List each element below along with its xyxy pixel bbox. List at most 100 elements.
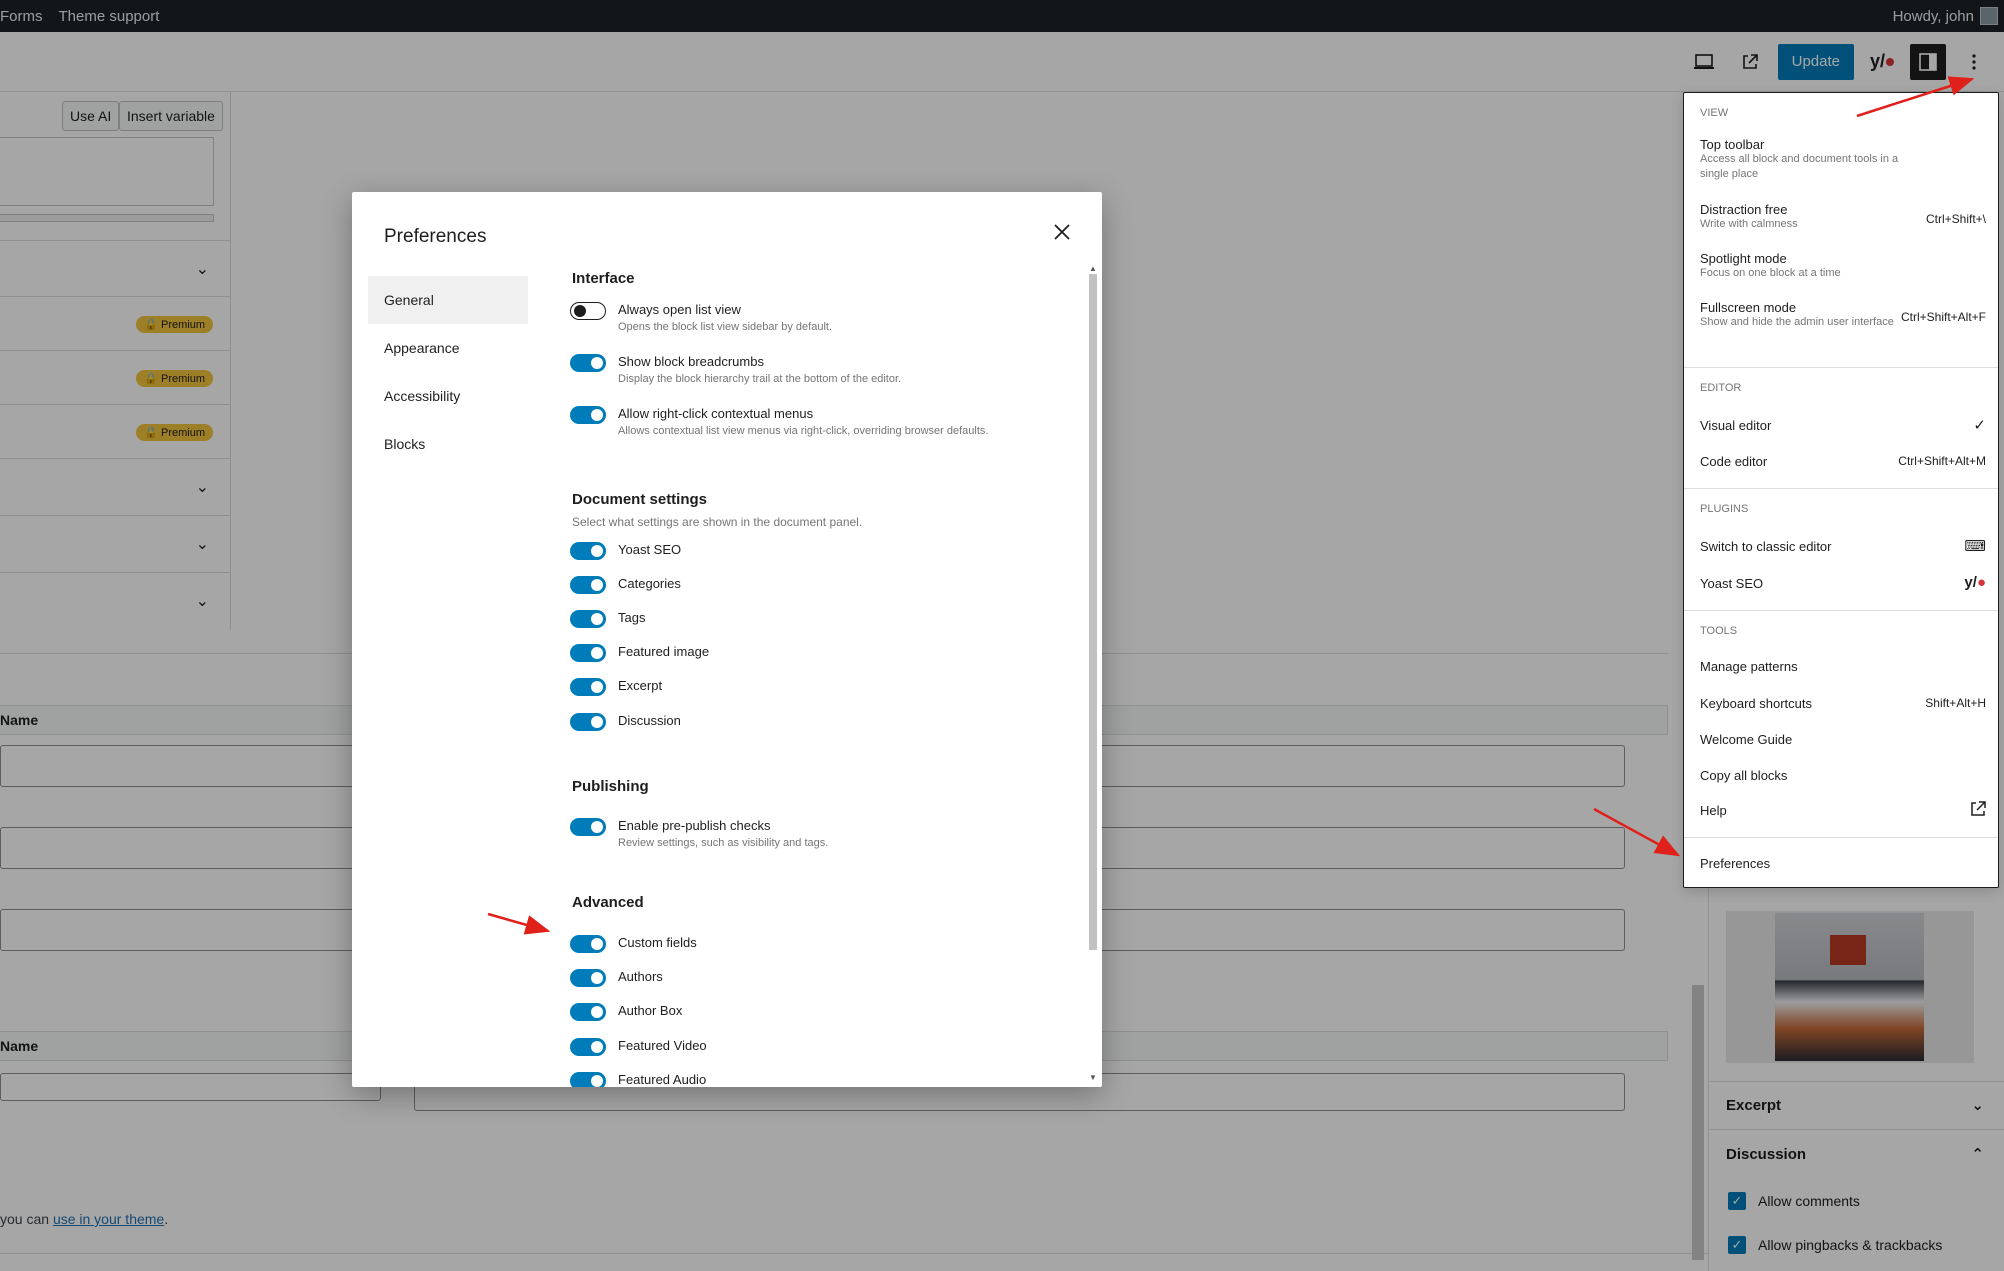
always-open-list-view-label: Always open list view [618, 302, 741, 317]
discussion-label: Discussion [618, 713, 681, 728]
tab-blocks[interactable]: Blocks [368, 420, 528, 468]
modal-scrollbar-thumb[interactable] [1089, 274, 1097, 950]
menu-group-preferences: Preferences [1684, 837, 1998, 887]
option-categories: Categories [570, 575, 681, 594]
tab-appearance[interactable]: Appearance [368, 324, 528, 372]
menu-item-fullscreen-mode[interactable]: Fullscreen mode Show and hide the admin … [1700, 300, 1986, 330]
option-yoast-seo: Yoast SEO [570, 541, 681, 560]
menu-item-code-editor[interactable]: Code editor Ctrl+Shift+Alt+M [1700, 454, 1986, 469]
always-open-list-view-toggle[interactable] [570, 302, 606, 320]
featured-image-toggle[interactable] [570, 644, 606, 662]
fullscreen-shortcut: Ctrl+Shift+Alt+F [1900, 310, 1986, 324]
fullscreen-help: Show and hide the admin user interface [1700, 316, 1894, 328]
menu-item-manage-patterns[interactable]: Manage patterns [1700, 659, 1986, 674]
tab-general[interactable]: General [368, 276, 528, 324]
menu-item-classic-editor[interactable]: Switch to classic editor ⌨ [1700, 538, 1986, 555]
right-click-menus-label: Allow right-click contextual menus [618, 406, 814, 421]
option-show-breadcrumbs: Show block breadcrumbs Display the block… [570, 353, 901, 387]
modal-scrollbar[interactable]: ▲ ▼ [1088, 264, 1098, 1082]
scroll-down-icon[interactable]: ▼ [1088, 1073, 1098, 1082]
distraction-free-help: Write with calmness [1700, 218, 1798, 230]
menu-item-welcome-guide[interactable]: Welcome Guide [1700, 732, 1986, 747]
right-click-menus-help: Allows contextual list view menus via ri… [618, 425, 989, 437]
top-toolbar-label: Top toolbar [1700, 137, 1765, 152]
preferences-nav: General Appearance Accessibility Blocks [368, 276, 528, 468]
option-excerpt: Excerpt [570, 677, 662, 696]
prepublish-checks-help: Review settings, such as visibility and … [618, 837, 829, 849]
visual-editor-label: Visual editor [1700, 418, 1772, 433]
menu-item-help[interactable]: Help [1700, 801, 1986, 821]
menu-item-spotlight-mode[interactable]: Spotlight mode Focus on one block at a t… [1700, 251, 1986, 281]
yoast-seo-toggle[interactable] [570, 542, 606, 560]
option-right-click-menus: Allow right-click contextual menus Allow… [570, 405, 988, 439]
option-custom-fields: Custom fields [570, 934, 697, 953]
tags-toggle[interactable] [570, 610, 606, 628]
custom-fields-label: Custom fields [618, 935, 697, 950]
option-always-open-list-view: Always open list view Opens the block li… [570, 301, 832, 335]
yoast-seo-icon: y/● [1964, 574, 1986, 591]
author-box-label: Author Box [618, 1003, 683, 1018]
editor-group-title: Editor [1700, 382, 1742, 394]
featured-audio-label: Featured Audio [618, 1072, 707, 1087]
custom-fields-toggle[interactable] [570, 935, 606, 953]
option-featured-image: Featured image [570, 643, 709, 662]
menu-group-tools: Tools Manage patterns Keyboard shortcuts… [1684, 610, 1998, 830]
tools-group-title: Tools [1700, 625, 1738, 637]
option-prepublish-checks: Enable pre-publish checks Review setting… [570, 817, 828, 851]
option-discussion: Discussion [570, 712, 681, 731]
preferences-content: Interface Always open list view Opens th… [570, 262, 1080, 1087]
options-menu: View Top toolbar Access all block and do… [1683, 92, 1999, 888]
plugins-group-title: Plugins [1700, 503, 1749, 515]
show-breadcrumbs-label: Show block breadcrumbs [618, 354, 764, 369]
check-icon: ✓ [1973, 417, 1986, 434]
manage-patterns-label: Manage patterns [1700, 659, 1798, 674]
advanced-section-title: Advanced [572, 894, 644, 911]
featured-audio-toggle[interactable] [570, 1072, 606, 1087]
distraction-free-shortcut: Ctrl+Shift+\ [1925, 212, 1986, 226]
external-link-icon [1970, 801, 1986, 821]
preferences-label: Preferences [1700, 856, 1771, 871]
keyboard-shortcuts-shortcut: Shift+Alt+H [1925, 696, 1986, 710]
help-label: Help [1700, 803, 1727, 818]
authors-toggle[interactable] [570, 969, 606, 987]
show-breadcrumbs-toggle[interactable] [570, 354, 606, 372]
menu-item-top-toolbar[interactable]: Top toolbar Access all block and documen… [1700, 137, 1986, 182]
close-icon[interactable] [1047, 218, 1077, 248]
prepublish-checks-label: Enable pre-publish checks [618, 818, 771, 833]
code-editor-shortcut: Ctrl+Shift+Alt+M [1898, 454, 1986, 468]
menu-item-yoast-seo[interactable]: Yoast SEO y/● [1700, 574, 1986, 591]
option-authors: Authors [570, 968, 663, 987]
preferences-modal: Preferences General Appearance Accessibi… [352, 192, 1102, 1087]
discussion-toggle[interactable] [570, 713, 606, 731]
top-toolbar-help: Access all block and document tools in a… [1700, 153, 1899, 180]
right-click-menus-toggle[interactable] [570, 406, 606, 424]
menu-item-visual-editor[interactable]: Visual editor ✓ [1700, 417, 1986, 434]
keyboard-icon: ⌨ [1964, 538, 1986, 555]
menu-item-distraction-free[interactable]: Distraction free Write with calmness Ctr… [1700, 202, 1986, 232]
categories-toggle[interactable] [570, 576, 606, 594]
menu-item-copy-all-blocks[interactable]: Copy all blocks [1700, 768, 1986, 783]
prepublish-checks-toggle[interactable] [570, 818, 606, 836]
featured-image-label: Featured image [618, 644, 710, 659]
menu-group-editor: Editor Visual editor ✓ Code editor Ctrl+… [1684, 367, 1998, 487]
author-box-toggle[interactable] [570, 1003, 606, 1021]
menu-item-preferences[interactable]: Preferences [1700, 856, 1986, 871]
document-settings-title: Document settings [572, 491, 708, 508]
excerpt-toggle[interactable] [570, 678, 606, 696]
classic-editor-label: Switch to classic editor [1700, 539, 1832, 554]
authors-label: Authors [618, 969, 663, 984]
featured-video-toggle[interactable] [570, 1038, 606, 1056]
option-featured-audio: Featured Audio [570, 1071, 706, 1087]
categories-label: Categories [618, 576, 681, 591]
welcome-guide-label: Welcome Guide [1700, 732, 1793, 747]
spotlight-label: Spotlight mode [1700, 251, 1787, 266]
always-open-list-view-help: Opens the block list view sidebar by def… [618, 321, 833, 333]
yoast-seo-label: Yoast SEO [618, 542, 682, 557]
menu-item-keyboard-shortcuts[interactable]: Keyboard shortcuts Shift+Alt+H [1700, 696, 1986, 711]
tab-accessibility[interactable]: Accessibility [368, 372, 528, 420]
scroll-up-icon[interactable]: ▲ [1088, 264, 1098, 273]
copy-all-blocks-label: Copy all blocks [1700, 768, 1788, 783]
menu-group-view: View [1700, 107, 1729, 119]
yoast-menu-label: Yoast SEO [1700, 576, 1764, 591]
excerpt-label: Excerpt [618, 678, 663, 693]
